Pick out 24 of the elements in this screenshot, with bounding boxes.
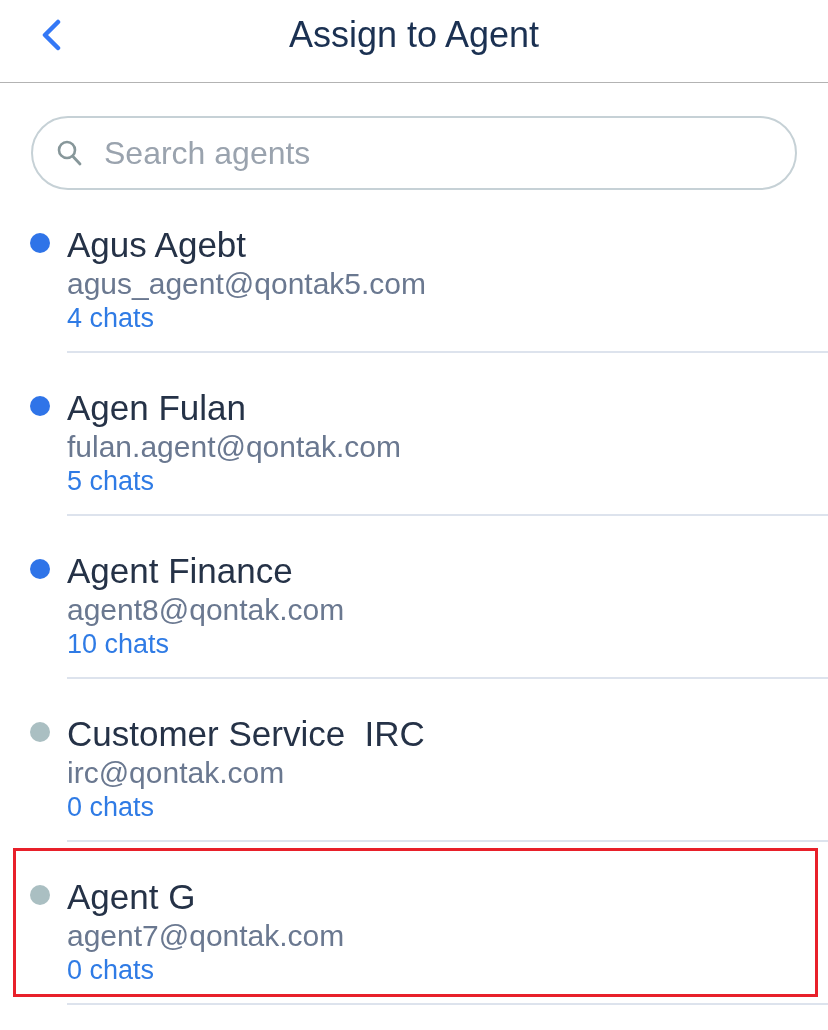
- agent-email: agent8@qontak.com: [67, 592, 345, 628]
- agent-email: agus_agent@qontak5.com: [67, 266, 427, 302]
- back-chevron-icon: [40, 19, 62, 51]
- agent-name: Agen Fulan: [67, 388, 247, 428]
- agent-list-item[interactable]: Agent Finance agent8@qontak.com 10 chats: [0, 516, 828, 679]
- agent-email: fulan.agent@qontak.com: [67, 429, 401, 465]
- agent-name: Agus Agebt: [67, 225, 247, 265]
- screen-title: Assign to Agent: [287, 13, 541, 57]
- search-icon: [57, 140, 82, 166]
- agent-name: Agent Finance: [67, 551, 293, 591]
- chat-count: 4 chats: [67, 303, 155, 333]
- search-field[interactable]: Search agents: [31, 116, 797, 190]
- chat-count: 0 chats: [67, 792, 155, 822]
- agent-list-item[interactable]: Customer Service IRC irc@qontak.com 0 chats: [0, 679, 828, 842]
- agent-list-item[interactable]: Agus Agebt agus_agent@qontak5.com 4 chats: [0, 190, 828, 353]
- chat-count: 10 chats: [67, 629, 170, 659]
- agent-name: Agent G: [67, 877, 196, 917]
- chat-count: 0 chats: [67, 955, 155, 985]
- agent-email: agent7@qontak.com: [67, 918, 345, 954]
- agent-email: irc@qontak.com: [67, 755, 285, 791]
- agent-list-item[interactable]: Agent G agent7@qontak.com 0 chats: [0, 842, 828, 1005]
- agent-name: Customer Service IRC: [67, 714, 425, 754]
- agent-list-item[interactable]: Agen Fulan fulan.agent@qontak.com 5 chats: [0, 353, 828, 516]
- chat-count: 5 chats: [67, 466, 155, 496]
